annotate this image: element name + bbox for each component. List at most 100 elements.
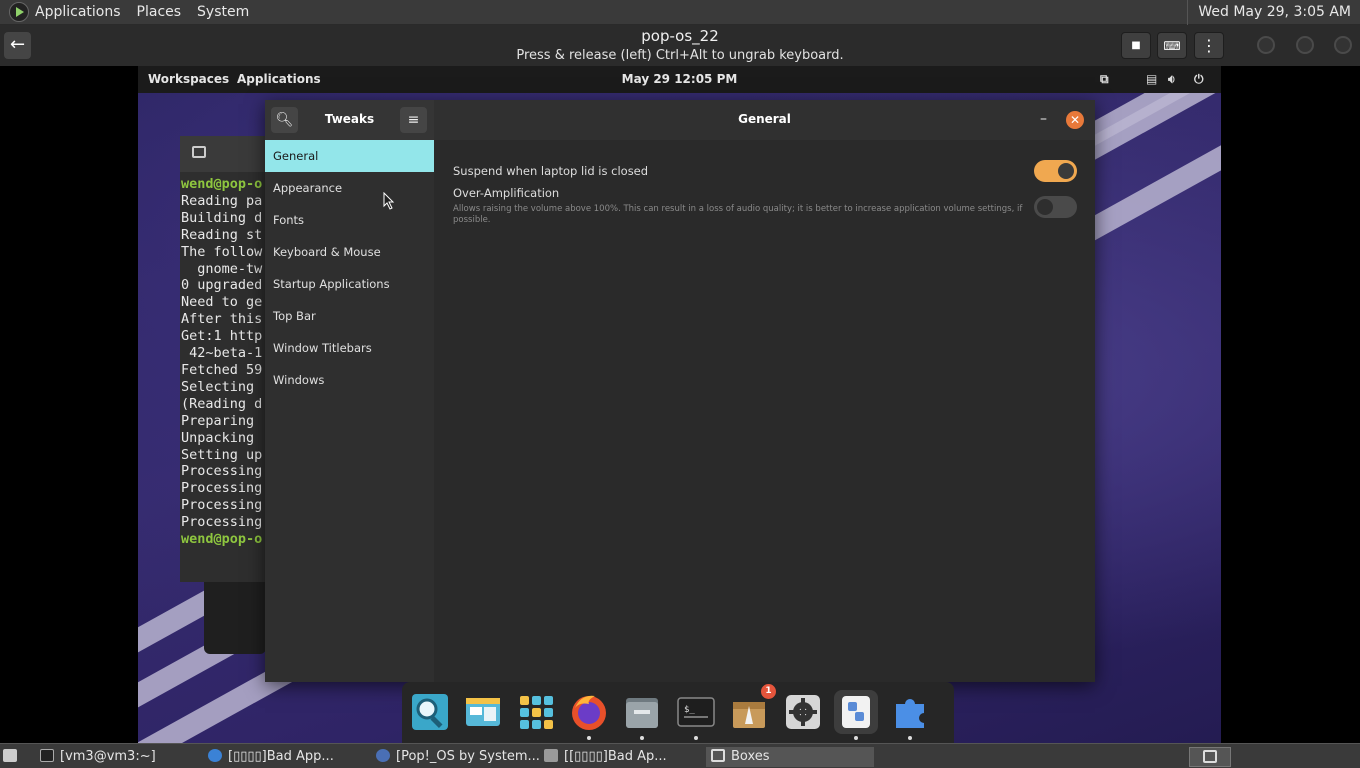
sidebar-item-appearance[interactable]: Appearance — [265, 172, 434, 204]
sidebar-item-windows[interactable]: Windows — [265, 364, 434, 396]
tweaks-icon — [842, 696, 870, 728]
send-keys-button[interactable]: ⌨ — [1157, 32, 1187, 59]
minimize-icon: – — [1040, 111, 1047, 127]
guest-clock[interactable]: May 29 12:05 PM — [138, 72, 1221, 86]
stop-button[interactable]: ■ — [1121, 32, 1151, 59]
keyboard-icon: ⌨ — [1163, 39, 1181, 53]
sidebar-item-fonts[interactable]: Fonts — [265, 204, 434, 236]
menu-system[interactable]: System — [197, 4, 249, 20]
dock-firefox[interactable] — [567, 690, 611, 740]
browser-icon — [208, 749, 222, 762]
window-app-icon — [466, 698, 500, 726]
taskbar-item-label: [vm3@vm3:~] — [60, 749, 156, 764]
terminal-icon: $_ — [677, 697, 715, 727]
window-shadow — [204, 582, 266, 654]
hamburger-menu-button[interactable]: ≡ — [400, 107, 427, 133]
dock-search[interactable] — [408, 690, 452, 734]
host-clock[interactable]: Wed May 29, 3:05 AM — [1187, 0, 1360, 25]
taskbar-item-browser-1[interactable]: [▯▯▯▯]Bad App... — [208, 747, 334, 767]
sidebar-item-keyboard-mouse[interactable]: Keyboard & Mouse — [265, 236, 434, 268]
folder-icon — [626, 698, 658, 728]
menu-places[interactable]: Places — [137, 4, 182, 20]
close-icon: ✕ — [1069, 113, 1081, 127]
boxes-header-bar: ← pop-os_22 Press & release (left) Ctrl+… — [0, 25, 1360, 66]
tweaks-general-panel: Suspend when laptop lid is closed Over-A… — [434, 140, 1095, 682]
taskbar-item-label: [▯▯▯▯]Bad App... — [228, 749, 334, 764]
volume-icon[interactable]: 🔉︎ — [1168, 72, 1176, 87]
tweaks-sidebar: General Appearance Fonts Keyboard & Mouse St… — [265, 140, 434, 682]
dock-extensions[interactable] — [888, 690, 932, 740]
window-minimize-button[interactable] — [1257, 36, 1275, 54]
sidebar-item-startup-applications[interactable]: Startup Applications — [265, 268, 434, 300]
taskbar-item-terminal[interactable]: [vm3@vm3:~] — [40, 747, 156, 767]
over-amplification-label: Over-Amplification — [453, 186, 560, 200]
sidebar-item-window-titlebars[interactable]: Window Titlebars — [265, 332, 434, 364]
host-taskbar: [vm3@vm3:~] [▯▯▯▯]Bad App... [Pop!_OS by… — [0, 743, 1360, 768]
workspace-icon — [1203, 750, 1217, 763]
running-indicator — [854, 736, 858, 740]
tweaks-main-header: General – ✕ — [434, 100, 1095, 140]
ungrab-hint: Press & release (left) Ctrl+Alt to ungra… — [516, 48, 844, 63]
mouse-cursor-icon — [383, 192, 395, 210]
taskbar-item-boxes[interactable]: Boxes — [706, 747, 874, 767]
chromium-icon — [376, 749, 390, 762]
running-indicator — [908, 736, 912, 740]
tweaks-window: 🔍︎ Tweaks ≡ General – ✕ General Appearanc… — [265, 100, 1095, 682]
sidebar-item-general[interactable]: General — [265, 140, 434, 172]
running-indicator — [587, 736, 591, 740]
suspend-toggle[interactable] — [1034, 160, 1077, 182]
guest-top-bar: Workspaces Applications May 29 12:05 PM … — [138, 66, 1221, 93]
taskbar-item-folder[interactable]: [[▯▯▯▯]Bad Ap... — [544, 747, 667, 767]
section-title: General — [738, 112, 791, 126]
taskbar-item-label: [[▯▯▯▯]Bad Ap... — [564, 749, 667, 764]
app-grid-icon — [520, 696, 553, 729]
display-icon[interactable]: ⧉ — [1100, 72, 1109, 87]
guest-desktop[interactable]: Workspaces Applications May 29 12:05 PM … — [138, 66, 1221, 743]
dock-file-manager[interactable] — [461, 690, 505, 734]
distro-logo-icon[interactable] — [9, 2, 29, 22]
search-app-icon — [412, 694, 448, 730]
dock-files[interactable] — [620, 690, 664, 740]
dock-settings[interactable] — [781, 690, 825, 734]
dock-app-grid[interactable] — [514, 690, 558, 734]
window-maximize-button[interactable] — [1296, 36, 1314, 54]
menu-applications[interactable]: Applications — [35, 4, 121, 20]
taskbar-item-browser-2[interactable]: [Pop!_OS by System... — [376, 747, 540, 767]
dock: $_ 1 — [402, 682, 954, 743]
sidebar-item-top-bar[interactable]: Top Bar — [265, 300, 434, 332]
running-indicator — [694, 736, 698, 740]
window-close-button[interactable] — [1334, 36, 1352, 54]
new-tab-icon[interactable] — [192, 146, 206, 158]
dock-pop-shop[interactable]: 1 — [727, 684, 776, 734]
suspend-label: Suspend when laptop lid is closed — [453, 164, 649, 178]
svg-text:$_: $_ — [684, 705, 695, 715]
power-icon[interactable]: ⏻ — [1194, 72, 1204, 87]
taskbar-item-label: [Pop!_OS by System... — [396, 749, 540, 764]
toggle-knob — [1037, 199, 1053, 215]
over-amplification-description: Allows raising the volume above 100%. Th… — [453, 204, 1023, 225]
dock-terminal[interactable]: $_ — [674, 690, 718, 740]
close-button[interactable]: ✕ — [1066, 111, 1084, 129]
firefox-icon — [572, 695, 606, 730]
puzzle-piece-icon — [896, 699, 924, 728]
show-desktop-button[interactable] — [3, 747, 23, 767]
network-icon[interactable]: ▤ — [1146, 72, 1157, 86]
vm-menu-button[interactable]: ⋮ — [1194, 32, 1224, 59]
over-amplification-toggle[interactable] — [1034, 196, 1077, 218]
running-indicator — [640, 736, 644, 740]
hamburger-icon: ≡ — [407, 112, 420, 128]
gear-icon — [786, 695, 820, 729]
tweaks-sidebar-header: 🔍︎ Tweaks ≡ — [265, 100, 434, 140]
vm-title: pop-os_22 — [641, 27, 719, 45]
minimize-button[interactable]: – — [1040, 111, 1047, 127]
notification-badge: 1 — [761, 684, 776, 699]
toggle-knob — [1058, 163, 1074, 179]
kebab-menu-icon: ⋮ — [1201, 36, 1217, 55]
boxes-icon — [711, 749, 725, 762]
taskbar-item-label: Boxes — [731, 749, 770, 764]
stop-icon: ■ — [1131, 40, 1141, 51]
desktop-icon — [3, 749, 17, 762]
dock-tweaks[interactable] — [834, 690, 878, 740]
terminal-icon — [40, 749, 54, 762]
workspace-switcher[interactable] — [1189, 747, 1231, 767]
